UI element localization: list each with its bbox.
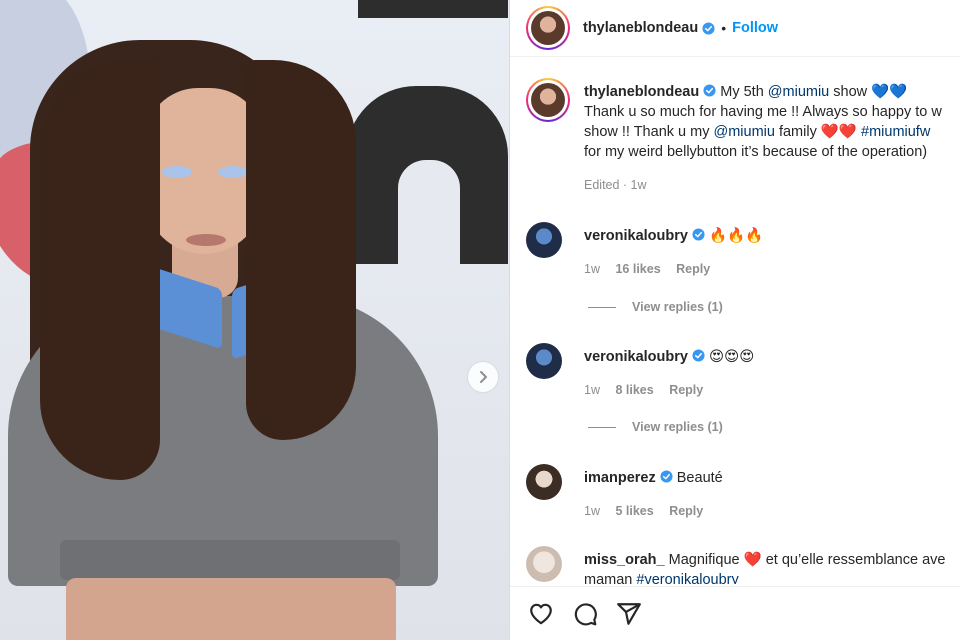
reply-button[interactable]: Reply — [669, 383, 703, 397]
action-bar — [510, 586, 960, 640]
comment: veronikaloubry 😍😍😍 1w 8 likes Reply — [526, 343, 960, 403]
comment-username[interactable]: imanperez — [584, 470, 656, 486]
backdrop-letter — [358, 0, 508, 18]
emoji: 💙💙 — [871, 84, 908, 100]
caption-line: Thank u so much for having me !! Always … — [584, 104, 942, 120]
mention-link[interactable]: @miumiu — [768, 84, 829, 100]
comment: miss_orah_ Magnifique ❤️ et qu’elle ress… — [526, 546, 960, 584]
comment-text: 🔥🔥🔥 — [708, 228, 764, 244]
like-button[interactable] — [526, 599, 556, 629]
verified-badge-icon — [703, 84, 716, 97]
hashtag-link[interactable]: #veronikaloubry — [636, 572, 738, 584]
separator: • — [721, 20, 727, 36]
caption-text-segment: show !! Thank u my — [584, 124, 710, 140]
divider — [588, 306, 616, 308]
post-photo — [0, 0, 509, 640]
verified-badge-icon — [660, 470, 673, 483]
post-panel: thylaneblondeau • Follow thylaneblondeau… — [509, 0, 960, 640]
avatar[interactable] — [526, 6, 570, 50]
comment-text: maman — [584, 572, 633, 584]
avatar-image — [531, 11, 565, 45]
avatar[interactable] — [526, 78, 570, 122]
comment-likes[interactable]: 8 likes — [615, 383, 653, 397]
comments-scroll-area[interactable]: thylaneblondeau My 5th @miumiu show 💙💙 T… — [510, 58, 960, 584]
comment: veronikaloubry 🔥🔥🔥 1w 16 likes Reply — [526, 222, 960, 282]
view-replies-label: View replies (1) — [632, 420, 723, 434]
comment-username[interactable]: miss_orah_ — [584, 552, 665, 568]
reply-button[interactable]: Reply — [676, 262, 710, 276]
chevron-right-icon — [480, 371, 487, 383]
caption-line: for my weird bellybutton it’s because of… — [584, 144, 928, 160]
caption-text-segment: show — [833, 84, 868, 100]
divider — [588, 426, 616, 428]
comment: imanperez Beauté 1w 5 likes Reply — [526, 464, 960, 524]
backdrop-letter-counter — [398, 160, 460, 270]
avatar[interactable] — [526, 343, 562, 379]
share-button[interactable] — [614, 599, 644, 629]
midriff — [66, 578, 396, 640]
hashtag-link[interactable]: #miumiufw — [861, 124, 930, 140]
comment-text: Beauté — [676, 470, 723, 486]
comment-likes[interactable]: 16 likes — [615, 262, 660, 276]
comment-username[interactable]: veronikaloubry — [584, 228, 688, 244]
eye — [218, 166, 248, 178]
caption-text-segment: My 5th — [720, 84, 764, 100]
avatar-image — [531, 83, 565, 117]
comment-text: 😍😍😍 — [708, 349, 755, 365]
lips — [186, 234, 226, 246]
comment-time[interactable]: 1w — [584, 383, 600, 397]
heart-icon — [530, 603, 552, 624]
comment-likes[interactable]: 5 likes — [615, 504, 653, 518]
comment-icon — [574, 602, 597, 625]
eye — [162, 166, 192, 178]
post-header: thylaneblondeau • Follow — [510, 0, 960, 57]
sweater-hem — [60, 540, 400, 580]
verified-badge-icon — [692, 228, 705, 241]
comment-button[interactable] — [570, 599, 600, 629]
share-icon — [617, 602, 641, 625]
comment-text: Magnifique — [668, 552, 740, 568]
avatar[interactable] — [526, 464, 562, 500]
caption-text-segment: family — [778, 124, 817, 140]
emoji: ❤️ — [743, 552, 762, 568]
author-username[interactable]: thylaneblondeau — [583, 20, 698, 36]
caption-meta: Edited · 1w — [584, 178, 647, 192]
mention-link[interactable]: @miumiu — [713, 124, 774, 140]
view-replies-button[interactable]: View replies (1) — [588, 420, 723, 434]
comment-text: et qu’elle ressemblance ave — [765, 552, 946, 568]
emoji: ❤️❤️ — [820, 124, 857, 140]
follow-button[interactable]: Follow — [732, 20, 778, 36]
avatar[interactable] — [526, 222, 562, 258]
verified-badge-icon — [692, 349, 705, 362]
reply-button[interactable]: Reply — [669, 504, 703, 518]
avatar[interactable] — [526, 546, 562, 582]
comment-time[interactable]: 1w — [584, 262, 600, 276]
caption-username[interactable]: thylaneblondeau — [584, 84, 699, 100]
comment-time[interactable]: 1w — [584, 504, 600, 518]
verified-badge-icon — [702, 21, 715, 35]
next-photo-button[interactable] — [468, 362, 498, 392]
view-replies-button[interactable]: View replies (1) — [588, 300, 723, 314]
view-replies-label: View replies (1) — [632, 300, 723, 314]
caption-text: thylaneblondeau My 5th @miumiu show 💙💙 T… — [584, 82, 960, 162]
hair — [246, 60, 356, 440]
comment-username[interactable]: veronikaloubry — [584, 349, 688, 365]
hair — [40, 60, 160, 480]
